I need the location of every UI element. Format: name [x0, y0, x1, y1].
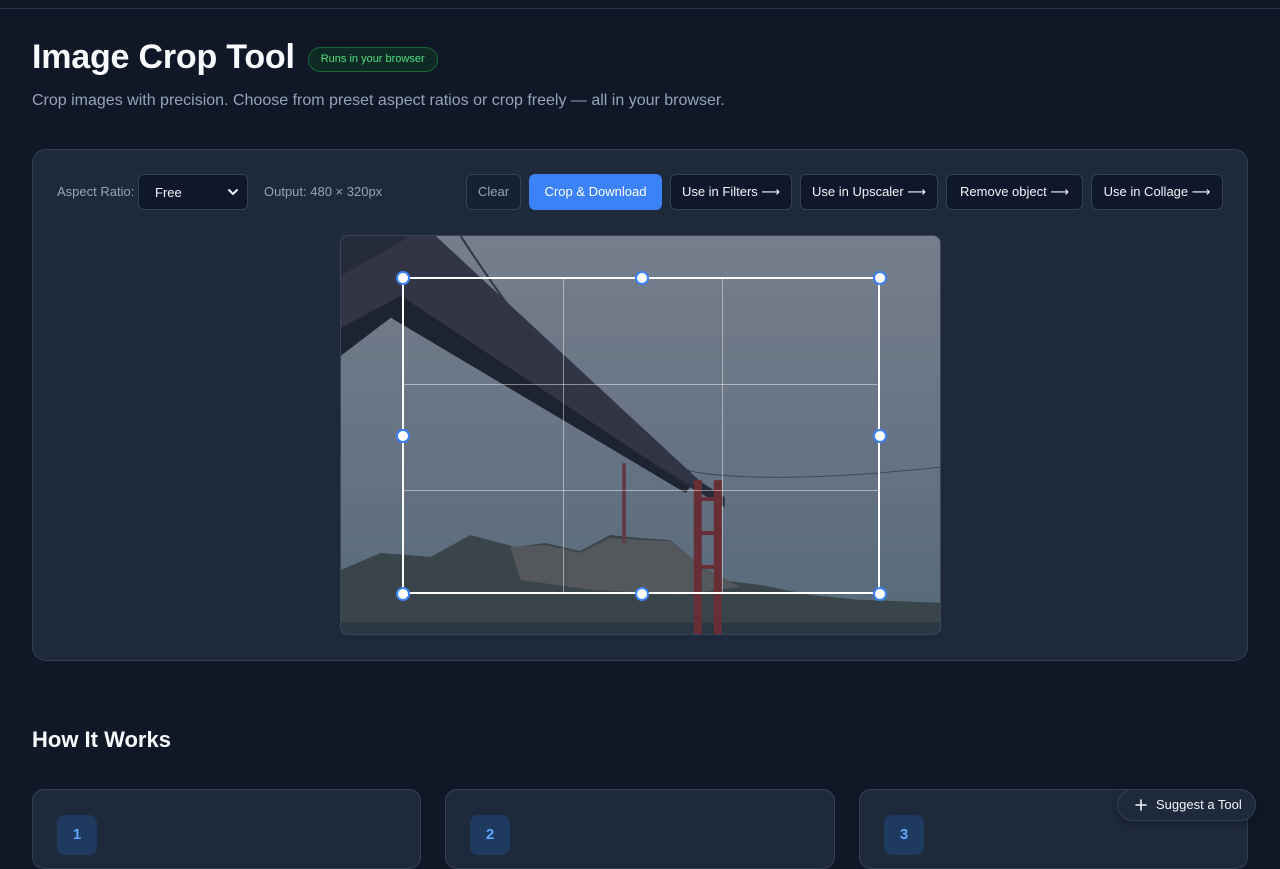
use-in-collage-button[interactable]: Use in Collage ⟶: [1091, 174, 1223, 210]
how-it-works-title: How It Works: [32, 727, 171, 752]
aspect-ratio-label: Aspect Ratio:: [57, 184, 135, 199]
step-card: 2: [445, 789, 835, 869]
output-size-text: Output: 480 × 320px: [264, 184, 383, 199]
title-row: Image Crop Tool Runs in your browser: [32, 38, 438, 77]
crop-handle-top[interactable]: [635, 271, 649, 285]
aspect-ratio-value: Free: [155, 185, 182, 200]
remove-object-button[interactable]: Remove object ⟶: [946, 174, 1083, 210]
aspect-ratio-select[interactable]: Free: [138, 174, 248, 210]
plus-icon: [1135, 799, 1147, 811]
chevron-down-icon: [228, 189, 238, 195]
use-in-upscaler-button[interactable]: Use in Upscaler ⟶: [800, 174, 938, 210]
page-subtitle: Crop images with precision. Choose from …: [32, 92, 725, 109]
crop-handle-top-left[interactable]: [396, 271, 410, 285]
crop-selection-box[interactable]: [396, 271, 887, 601]
grid-line: [404, 490, 878, 491]
top-divider: [0, 0, 1280, 9]
suggest-tool-button[interactable]: Suggest a Tool: [1117, 789, 1256, 821]
crop-editor-panel: Aspect Ratio: Free Output: 480 × 320px C…: [32, 149, 1248, 661]
step-number: 2: [470, 815, 510, 855]
page-title: Image Crop Tool: [32, 38, 295, 76]
grid-line: [722, 279, 723, 592]
crop-handle-bottom[interactable]: [635, 587, 649, 601]
step-card: 1: [32, 789, 421, 869]
step-number: 1: [57, 815, 97, 855]
crop-handle-bottom-right[interactable]: [873, 587, 887, 601]
clear-button[interactable]: Clear: [466, 174, 521, 210]
crop-canvas[interactable]: [340, 235, 941, 635]
use-in-filters-button[interactable]: Use in Filters ⟶: [670, 174, 792, 210]
status-badge: Runs in your browser: [307, 47, 438, 72]
crop-download-button[interactable]: Crop & Download: [529, 174, 662, 210]
grid-line: [404, 384, 878, 385]
crop-handle-bottom-left[interactable]: [396, 587, 410, 601]
grid-line: [563, 279, 564, 592]
crop-handle-right[interactable]: [873, 429, 887, 443]
crop-handle-top-right[interactable]: [873, 271, 887, 285]
suggest-tool-label: Suggest a Tool: [1156, 797, 1242, 812]
crop-handle-left[interactable]: [396, 429, 410, 443]
crop-toolbar: Aspect Ratio: Free Output: 480 × 320px C…: [57, 174, 1223, 210]
step-number: 3: [884, 815, 924, 855]
